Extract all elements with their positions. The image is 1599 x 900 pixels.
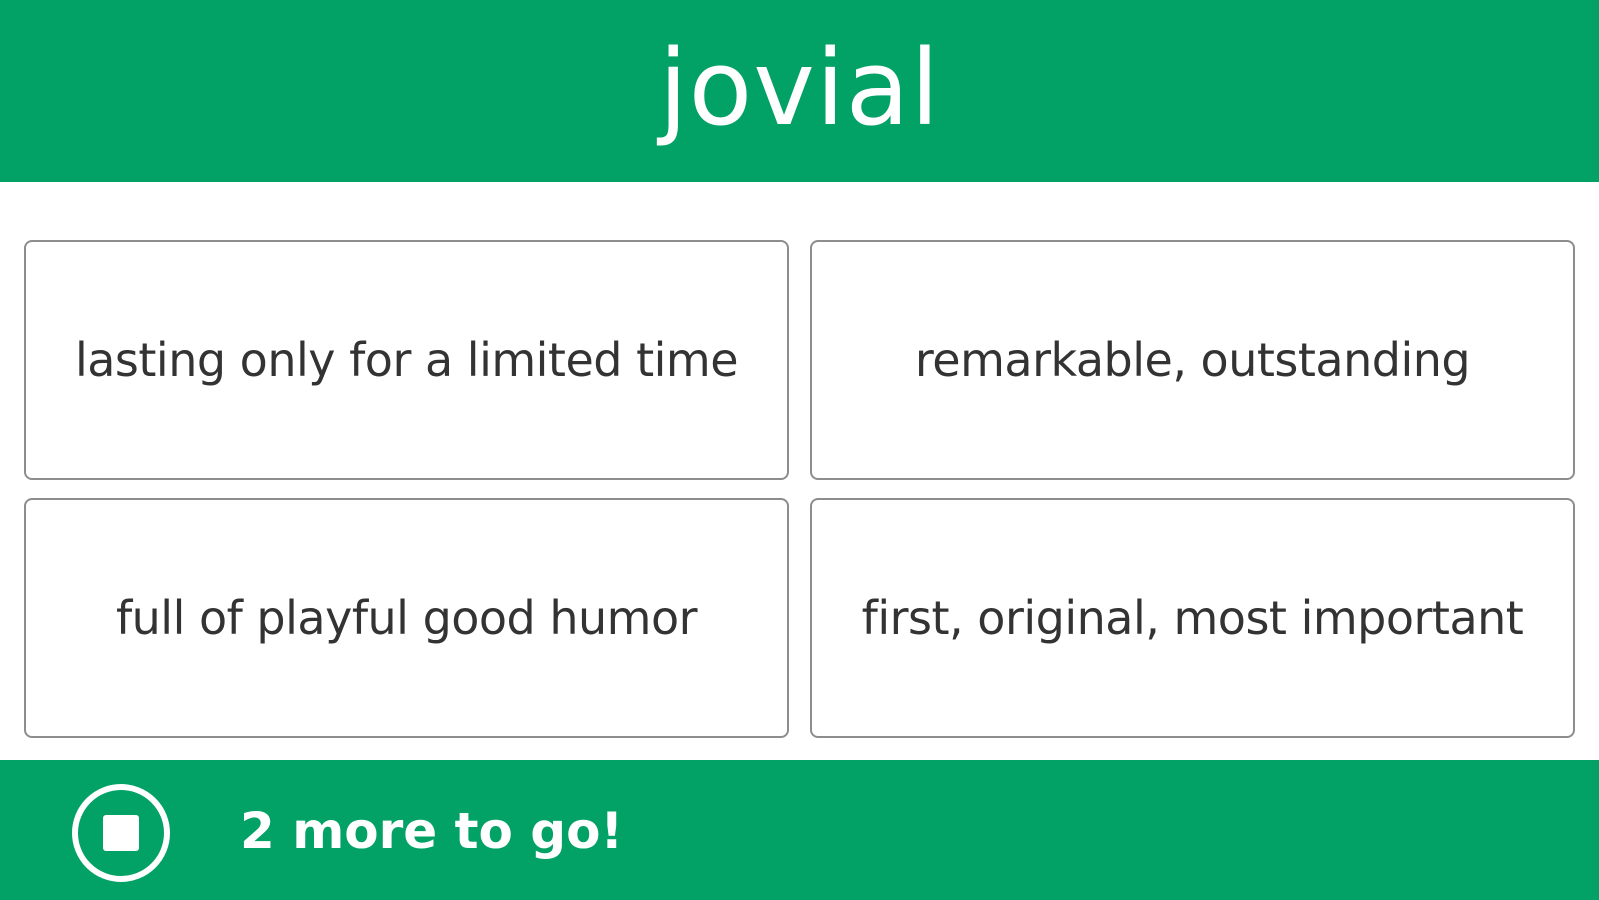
answer-choice-1[interactable]: lasting only for a limited time	[24, 240, 789, 480]
answer-choice-label: full of playful good humor	[115, 591, 698, 645]
stop-icon	[103, 815, 139, 851]
answer-choice-2[interactable]: remarkable, outstanding	[810, 240, 1575, 480]
quiz-page: jovial lasting only for a limited time r…	[0, 0, 1599, 900]
progress-footer: 2 more to go!	[0, 760, 1599, 900]
question-word: jovial	[658, 27, 941, 149]
answer-choice-3[interactable]: full of playful good humor	[24, 498, 789, 738]
answer-choice-label: first, original, most important	[861, 591, 1524, 645]
answer-choice-4[interactable]: first, original, most important	[810, 498, 1575, 738]
answer-choice-label: remarkable, outstanding	[914, 333, 1471, 387]
question-header: jovial	[0, 0, 1599, 182]
answer-choice-label: lasting only for a limited time	[74, 333, 739, 387]
progress-text: 2 more to go!	[240, 802, 624, 860]
stop-button[interactable]	[72, 784, 170, 882]
